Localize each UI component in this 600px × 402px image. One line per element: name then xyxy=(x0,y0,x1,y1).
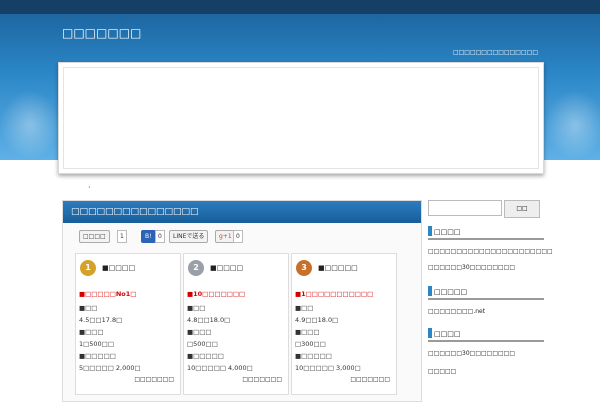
card-highlight: ■□□□□□No1□ xyxy=(79,290,137,298)
sidebar-item[interactable]: □□□□□□□□□□□□□□□□□□□□□□ xyxy=(428,248,553,255)
tweet-count: 1 xyxy=(117,230,127,243)
sidebar-item[interactable]: □□□□□□30□□□□□□□□ xyxy=(428,350,515,357)
sidebar-item[interactable]: □□□□□□30□□□□□□□□ xyxy=(428,264,515,271)
card-line: ■□□□ xyxy=(79,328,104,336)
search-input[interactable] xyxy=(428,200,502,216)
card-line: ■□□ xyxy=(187,304,206,312)
card-highlight: ■10□□□□□□□ xyxy=(187,290,246,298)
header-decoration-left xyxy=(0,90,60,160)
card-line: □500□□ xyxy=(187,340,218,348)
card-line: ■□□□ xyxy=(295,328,320,336)
rank-medal-icon: 1 xyxy=(80,260,96,276)
banner-frame xyxy=(63,67,539,169)
card-line: ■□□□ xyxy=(187,328,212,336)
card-line: 4.8□□18.0□ xyxy=(187,316,231,324)
hatena-bookmark-icon[interactable]: B! xyxy=(141,230,156,243)
rank-medal-icon: 3 xyxy=(296,260,312,276)
sidebar: □□ □□□□ □□□□□□□□□□□□□□□□□□□□□□ □□□□□□30□… xyxy=(428,198,553,400)
ranking-card-1: 1 ■□□□□ ■□□□□□No1□ ■□□ 4.5□□17.8□ ■□□□ 1… xyxy=(75,253,181,395)
line-share-button[interactable]: LINEで送る xyxy=(169,230,209,243)
header-banner xyxy=(58,62,544,174)
card-name: ■□□□□ xyxy=(210,264,244,272)
card-line: 10□□□□□ 4,000□ xyxy=(187,364,253,372)
card-name: ■□□□□□ xyxy=(318,264,358,272)
card-line: ■□□□□□ xyxy=(187,352,224,360)
card-line: 1□500□□ xyxy=(79,340,114,348)
ranking-card-3: 3 ■□□□□□ ■1□□□□□□□□□□□ ■□□ 4.9□□18.0□ ■□… xyxy=(291,253,397,395)
site-title[interactable]: □□□□□□□ xyxy=(62,26,141,40)
ranking-card-2: 2 ■□□□□ ■10□□□□□□□ ■□□ 4.8□□18.0□ ■□□□ □… xyxy=(183,253,289,395)
sidebar-heading-2: □□□□□ xyxy=(428,286,544,300)
rank-medal-icon: 2 xyxy=(188,260,204,276)
main-article: □□□□□□□□□□□□□□□ □□□□ 1 B! 0 LINEで送る g+1 … xyxy=(62,200,422,402)
site-description: □□□□□□□□□□□□□□□ xyxy=(452,49,538,56)
card-detail-link[interactable]: □□□□□□□ xyxy=(134,376,174,383)
tweet-button[interactable]: □□□□ xyxy=(79,230,110,243)
article-title: □□□□□□□□□□□□□□□ xyxy=(63,201,421,223)
card-line: ■□□□□□ xyxy=(79,352,116,360)
hatena-count: 0 xyxy=(155,230,165,243)
card-line: ■□□ xyxy=(79,304,98,312)
sidebar-item[interactable]: □□□□□ xyxy=(428,368,456,375)
sidebar-heading-1: □□□□ xyxy=(428,226,544,240)
header-decoration-right xyxy=(545,90,600,160)
google-plus-count: 0 xyxy=(233,230,243,243)
search-button[interactable]: □□ xyxy=(504,200,540,218)
card-line: ■□□□□□ xyxy=(295,352,332,360)
card-line: 4.9□□18.0□ xyxy=(295,316,339,324)
sidebar-item[interactable]: □□□□□□□□.net xyxy=(428,308,485,315)
card-detail-link[interactable]: □□□□□□□ xyxy=(242,376,282,383)
nav-bullet: · xyxy=(88,183,91,192)
card-highlight: ■1□□□□□□□□□□□ xyxy=(295,290,374,298)
top-bar xyxy=(0,0,600,14)
card-detail-link[interactable]: □□□□□□□ xyxy=(350,376,390,383)
card-line: ■□□ xyxy=(295,304,314,312)
card-line: 4.5□□17.8□ xyxy=(79,316,123,324)
card-line: 10□□□□□ 3,000□ xyxy=(295,364,361,372)
card-line: □300□□ xyxy=(295,340,326,348)
card-line: 5□□□□□ 2,000□ xyxy=(79,364,141,372)
card-name: ■□□□□ xyxy=(102,264,136,272)
sidebar-heading-3: □□□□ xyxy=(428,328,544,342)
